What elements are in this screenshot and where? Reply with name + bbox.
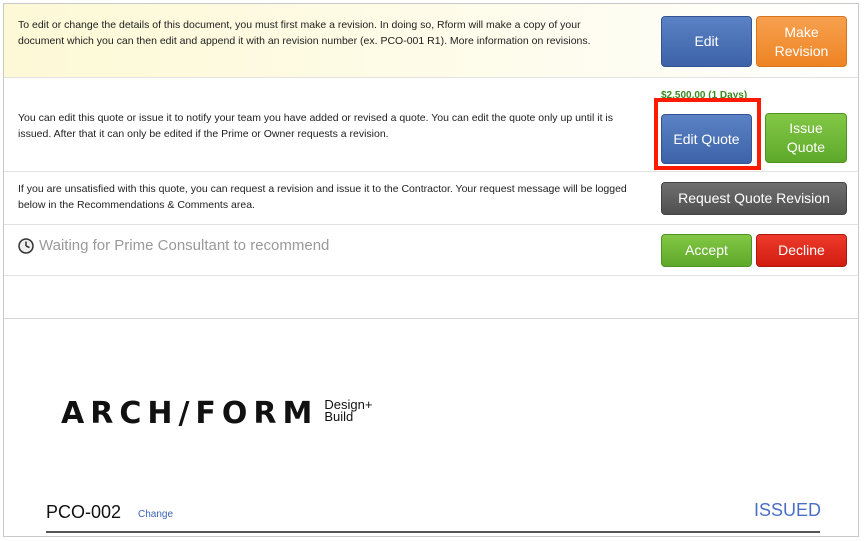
document-divider <box>46 531 820 533</box>
edit-quote-button[interactable]: Edit Quote <box>661 114 752 164</box>
make-revision-button[interactable]: Make Revision <box>756 16 847 67</box>
decline-button[interactable]: Decline <box>756 234 847 267</box>
revision-info-text: To edit or change the details of this do… <box>18 19 591 47</box>
logo-tagline-line2: Build <box>324 409 354 424</box>
waiting-status: Waiting for Prime Consultant to recommen… <box>18 237 329 254</box>
issue-quote-button[interactable]: Issue Quote <box>765 113 847 163</box>
document-preview: ARCH/FORM Design+ Build PCO-002 Change I… <box>4 318 858 536</box>
quote-row: $2,500.00 (1 Days) You can edit this quo… <box>4 78 858 172</box>
request-info-text: If you are unsatisfied with this quote, … <box>18 183 627 211</box>
document-number: PCO-002 <box>46 502 122 522</box>
waiting-status-text: Waiting for Prime Consultant to recommen… <box>39 237 330 254</box>
accept-button[interactable]: Accept <box>661 234 752 267</box>
clock-icon <box>18 237 34 254</box>
logo-wordmark: ARCH/FORM <box>61 396 319 431</box>
request-quote-revision-button[interactable]: Request Quote Revision <box>661 182 847 215</box>
page-frame: To edit or change the details of this do… <box>3 3 859 537</box>
revision-row: To edit or change the details of this do… <box>4 4 858 78</box>
quote-info-text: You can edit this quote or issue it to n… <box>18 112 614 140</box>
request-row: If you are unsatisfied with this quote, … <box>4 172 858 225</box>
change-link[interactable]: Change <box>138 509 173 520</box>
status-row: Waiting for Prime Consultant to recommen… <box>4 225 858 276</box>
edit-button[interactable]: Edit <box>661 16 752 67</box>
company-logo: ARCH/FORM Design+ Build <box>61 397 372 431</box>
document-status: ISSUED <box>753 500 821 520</box>
logo-tagline: Design+ Build <box>324 398 372 424</box>
